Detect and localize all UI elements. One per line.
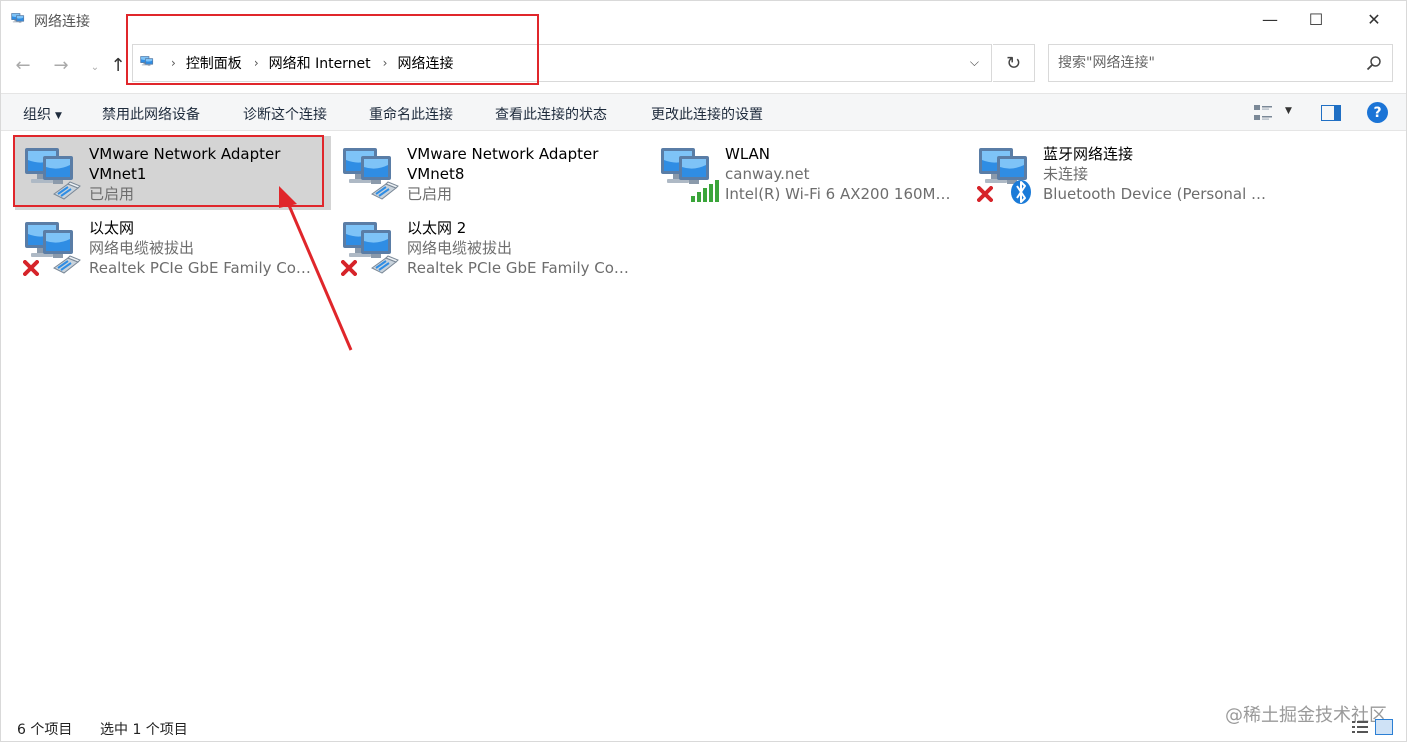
help-icon[interactable]: ? [1367, 102, 1388, 123]
connection-device: Intel(R) Wi-Fi 6 AX200 160MHz [725, 185, 953, 203]
details-view-icon[interactable] [1351, 719, 1369, 735]
annotation-box-address [126, 14, 539, 85]
connections-list: VMware Network Adapter VMnet1 已启用 VMware… [1, 132, 1406, 712]
up-arrow-icon[interactable]: ↑ [108, 55, 128, 76]
connection-item-vmnet8[interactable]: VMware Network Adapter VMnet8 已启用 [333, 136, 649, 210]
close-button[interactable]: ✕ [1351, 1, 1397, 37]
large-icons-view-icon[interactable] [1375, 719, 1393, 735]
view-dropdown-arrow-icon[interactable]: ▼ [1285, 106, 1292, 116]
network-connections-window: 网络连接 — ☐ ✕ ← → ⌄ ↑ › 控制面板 › 网络和 Internet… [0, 0, 1407, 742]
connection-name: WLAN [725, 145, 771, 163]
item-count: 6 个项目 [17, 722, 73, 738]
search-input[interactable] [1058, 55, 1348, 71]
rename-button[interactable]: 重命名此连接 [369, 104, 453, 124]
organize-label: 组织 [23, 107, 51, 123]
connection-item-ethernet-2[interactable]: 以太网 2 网络电缆被拔出 Realtek PCIe GbE Family Co… [333, 210, 649, 284]
window-title: 网络连接 [34, 14, 90, 30]
connection-name: 以太网 2 [407, 219, 467, 237]
connection-status: 未连接 [1043, 165, 1089, 183]
connection-status: canway.net [725, 165, 810, 183]
connection-name: VMware Network Adapter [407, 145, 599, 163]
change-view-icon[interactable] [1253, 104, 1273, 122]
diagnose-button[interactable]: 诊断这个连接 [243, 104, 327, 124]
connection-item-bluetooth[interactable]: 蓝牙网络连接 未连接 Bluetooth Device (Personal Ar… [969, 136, 1285, 210]
command-bar: 组织 ▼ 禁用此网络设备 诊断这个连接 重命名此连接 查看此连接的状态 更改此连接… [1, 93, 1406, 131]
address-dropdown-icon[interactable]: ⌵ [970, 55, 979, 70]
status-bar: 6 个项目 选中 1 个项目 [1, 715, 1406, 741]
connection-status: 网络电缆被拔出 [407, 239, 513, 257]
annotation-arrow-icon [279, 186, 353, 351]
search-box[interactable] [1048, 44, 1393, 82]
connection-status: 已启用 [407, 185, 453, 203]
dropdown-arrow-icon: ▼ [55, 111, 62, 121]
maximize-button[interactable]: ☐ [1293, 1, 1339, 37]
organize-button[interactable]: 组织 ▼ [23, 104, 62, 124]
back-arrow-icon[interactable]: ← [13, 55, 33, 76]
disconnected-adapter-icon [23, 218, 85, 278]
minimize-button[interactable]: — [1247, 1, 1293, 37]
wifi-adapter-icon [659, 144, 719, 202]
bluetooth-adapter-icon [977, 144, 1031, 204]
refresh-icon[interactable]: ↻ [993, 44, 1035, 82]
recent-locations-chevron-icon[interactable]: ⌄ [85, 57, 105, 77]
preview-pane-icon[interactable] [1321, 105, 1341, 121]
connection-name: 蓝牙网络连接 [1043, 145, 1134, 163]
change-settings-button[interactable]: 更改此连接的设置 [651, 104, 763, 124]
network-connections-icon [10, 12, 28, 28]
search-icon[interactable] [1366, 55, 1382, 71]
view-status-button[interactable]: 查看此连接的状态 [495, 104, 607, 124]
connection-item-wlan[interactable]: WLAN canway.net Intel(R) Wi-Fi 6 AX200 1… [651, 136, 967, 210]
connection-name-line2: VMnet8 [407, 165, 465, 183]
selected-count: 选中 1 个项目 [100, 722, 188, 738]
connection-device: Bluetooth Device (Personal Ar... [1043, 185, 1271, 203]
disable-device-button[interactable]: 禁用此网络设备 [102, 104, 200, 124]
connection-device: Realtek PCIe GbE Family Contr... [407, 259, 635, 277]
forward-arrow-icon[interactable]: → [51, 55, 71, 76]
